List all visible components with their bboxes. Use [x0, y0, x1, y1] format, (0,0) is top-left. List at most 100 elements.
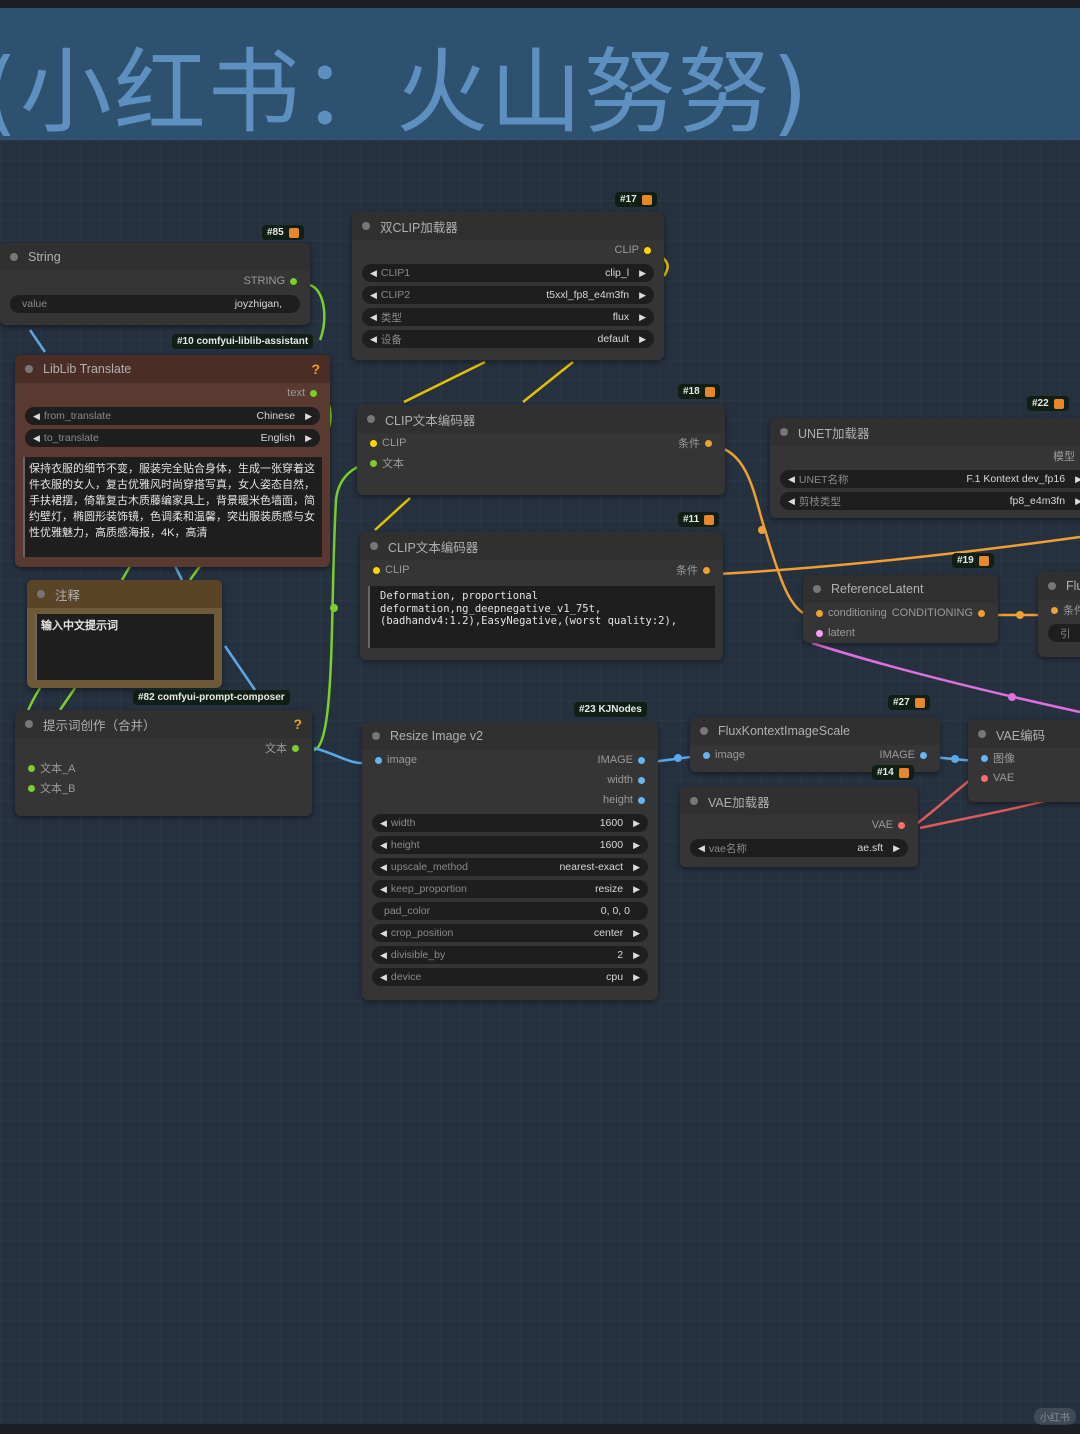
- node-unet[interactable]: UNET加载器 模型 ◀ UNET名称 F.1 Kontext dev_fp16 ▶ ◀ 剪枝…: [770, 418, 1080, 518]
- widget-vae-[interactable]: ◀ vae名称 ae.sft ▶: [690, 839, 908, 857]
- conditioning-socket[interactable]: [705, 439, 712, 447]
- input-slot[interactable]: image: [698, 749, 745, 761]
- image-socket[interactable]: [375, 756, 382, 764]
- node-resize[interactable]: Resize Image v2 image IMAGE width height ◀ wid…: [362, 722, 658, 1000]
- node-title-bar[interactable]: 双CLIP加载器: [352, 212, 664, 240]
- arrow-right-icon[interactable]: ▶: [633, 950, 640, 961]
- input-slot[interactable]: 文本_B: [23, 780, 75, 796]
- input-slot[interactable]: conditioning: [811, 607, 887, 619]
- string-socket[interactable]: [292, 744, 299, 752]
- arrow-left-icon[interactable]: ◀: [380, 950, 387, 961]
- node-vaeenc[interactable]: VAE编码 图像 VAE: [968, 720, 1080, 802]
- widget--[interactable]: ◀ 剪枝类型 fp8_e4m3fn ▶: [780, 492, 1080, 510]
- input-slot[interactable]: 文本_A: [23, 760, 75, 776]
- string-socket[interactable]: [310, 389, 317, 397]
- output-slot[interactable]: VAE: [872, 819, 910, 831]
- image-socket[interactable]: [920, 751, 927, 759]
- text-area[interactable]: 保持衣服的细节不变，服装完全贴合身体，生成一张穿着这件衣服的女人，复古优雅风时尚…: [23, 457, 322, 557]
- conditioning-socket[interactable]: [1051, 606, 1058, 614]
- image-socket[interactable]: [703, 751, 710, 759]
- arrow-right-icon[interactable]: ▶: [633, 818, 640, 829]
- output-slot[interactable]: 文本: [265, 740, 304, 756]
- arrow-left-icon[interactable]: ◀: [380, 818, 387, 829]
- widget-width[interactable]: ◀ width 1600 ▶: [372, 814, 648, 832]
- widget-upscale-method[interactable]: ◀ upscale_method nearest-exact ▶: [372, 858, 648, 876]
- collapse-dot-icon[interactable]: [367, 415, 375, 423]
- string-socket[interactable]: [290, 277, 297, 285]
- node-note[interactable]: 注释 输入中文提示词: [27, 580, 222, 688]
- widget-height[interactable]: ◀ height 1600 ▶: [372, 836, 648, 854]
- collapse-dot-icon[interactable]: [978, 730, 986, 738]
- collapse-dot-icon[interactable]: [362, 222, 370, 230]
- arrow-left-icon[interactable]: ◀: [370, 334, 377, 345]
- collapse-dot-icon[interactable]: [690, 797, 698, 805]
- arrow-left-icon[interactable]: ◀: [788, 474, 795, 485]
- clip-socket[interactable]: [370, 439, 377, 447]
- string-socket[interactable]: [28, 764, 35, 772]
- collapse-dot-icon[interactable]: [25, 365, 33, 373]
- output-slot[interactable]: 模型: [1053, 448, 1080, 464]
- widget-value[interactable]: value joyzhigan,: [10, 295, 300, 313]
- arrow-right-icon[interactable]: ▶: [893, 843, 900, 854]
- input-slot[interactable]: latent: [811, 627, 855, 639]
- widget-unet-[interactable]: ◀ UNET名称 F.1 Kontext dev_fp16 ▶: [780, 470, 1080, 488]
- text-area[interactable]: 输入中文提示词: [35, 614, 214, 680]
- node-title-bar[interactable]: ReferenceLatent: [803, 575, 998, 603]
- node-title-bar[interactable]: CLIP文本编码器: [357, 405, 725, 433]
- input-slot[interactable]: 图像: [976, 750, 1015, 766]
- collapse-dot-icon[interactable]: [700, 727, 708, 735]
- widget-clip1[interactable]: ◀ CLIP1 clip_l ▶: [362, 264, 654, 282]
- output-slot[interactable]: CLIP: [615, 244, 656, 256]
- node-title-bar[interactable]: 注释: [27, 580, 222, 608]
- collapse-dot-icon[interactable]: [25, 720, 33, 728]
- arrow-left-icon[interactable]: ◀: [788, 496, 795, 507]
- node-liblib[interactable]: LibLib Translate? text ◀ from_translate Chin…: [15, 355, 330, 567]
- widget-keep-proportion[interactable]: ◀ keep_proportion resize ▶: [372, 880, 648, 898]
- input-slot[interactable]: CLIP: [368, 564, 409, 576]
- arrow-right-icon[interactable]: ▶: [639, 312, 646, 323]
- arrow-left-icon[interactable]: ◀: [33, 433, 40, 444]
- arrow-right-icon[interactable]: ▶: [305, 433, 312, 444]
- input-slot[interactable]: CLIP: [365, 437, 406, 449]
- node-string[interactable]: String STRING value joyzhigan,: [0, 243, 310, 325]
- arrow-right-icon[interactable]: ▶: [639, 268, 646, 279]
- arrow-right-icon[interactable]: ▶: [633, 972, 640, 983]
- image-socket[interactable]: [638, 756, 645, 764]
- widget-from-translate[interactable]: ◀ from_translate Chinese ▶: [25, 407, 320, 425]
- node-title-bar[interactable]: CLIP文本编码器: [360, 532, 723, 560]
- input-slot[interactable]: 文本: [365, 455, 404, 471]
- arrow-right-icon[interactable]: ▶: [305, 411, 312, 422]
- output-slot[interactable]: width: [607, 774, 650, 786]
- image-socket[interactable]: [638, 796, 645, 804]
- node-dualclip[interactable]: 双CLIP加载器 CLIP ◀ CLIP1 clip_l ▶ ◀ CLIP2 t5xxl_fp8…: [352, 212, 664, 360]
- arrow-right-icon[interactable]: ▶: [633, 862, 640, 873]
- vae-socket[interactable]: [898, 821, 905, 829]
- output-slot[interactable]: STRING: [243, 275, 302, 287]
- collapse-dot-icon[interactable]: [1048, 582, 1056, 590]
- output-slot[interactable]: IMAGE: [598, 754, 650, 766]
- output-slot[interactable]: text: [287, 387, 322, 399]
- clip-socket[interactable]: [644, 246, 651, 254]
- clip-socket[interactable]: [373, 566, 380, 574]
- node-title-bar[interactable]: String: [0, 243, 310, 271]
- node-title-bar[interactable]: FluxKontextImageScale: [690, 717, 940, 745]
- widget--[interactable]: ◀ 设备 default ▶: [362, 330, 654, 348]
- arrow-left-icon[interactable]: ◀: [380, 884, 387, 895]
- widget-clip2[interactable]: ◀ CLIP2 t5xxl_fp8_e4m3fn ▶: [362, 286, 654, 304]
- arrow-left-icon[interactable]: ◀: [698, 843, 705, 854]
- output-slot[interactable]: height: [603, 794, 650, 806]
- arrow-left-icon[interactable]: ◀: [380, 862, 387, 873]
- conditioning-socket[interactable]: [978, 609, 985, 617]
- arrow-right-icon[interactable]: ▶: [633, 840, 640, 851]
- help-icon[interactable]: ?: [311, 361, 320, 377]
- arrow-left-icon[interactable]: ◀: [370, 290, 377, 301]
- widget-device[interactable]: ◀ device cpu ▶: [372, 968, 648, 986]
- node-composer[interactable]: 提示词创作（合并）? 文本 文本_A 文本_B: [15, 710, 312, 816]
- widget--[interactable]: ◀ 类型 flux ▶: [362, 308, 654, 326]
- collapse-dot-icon[interactable]: [813, 585, 821, 593]
- string-socket[interactable]: [370, 459, 377, 467]
- node-clip11[interactable]: CLIP文本编码器 CLIP 条件 Deformation, proportiona…: [360, 532, 723, 660]
- arrow-left-icon[interactable]: ◀: [380, 840, 387, 851]
- input-slot[interactable]: VAE: [976, 772, 1014, 784]
- arrow-left-icon[interactable]: ◀: [33, 411, 40, 422]
